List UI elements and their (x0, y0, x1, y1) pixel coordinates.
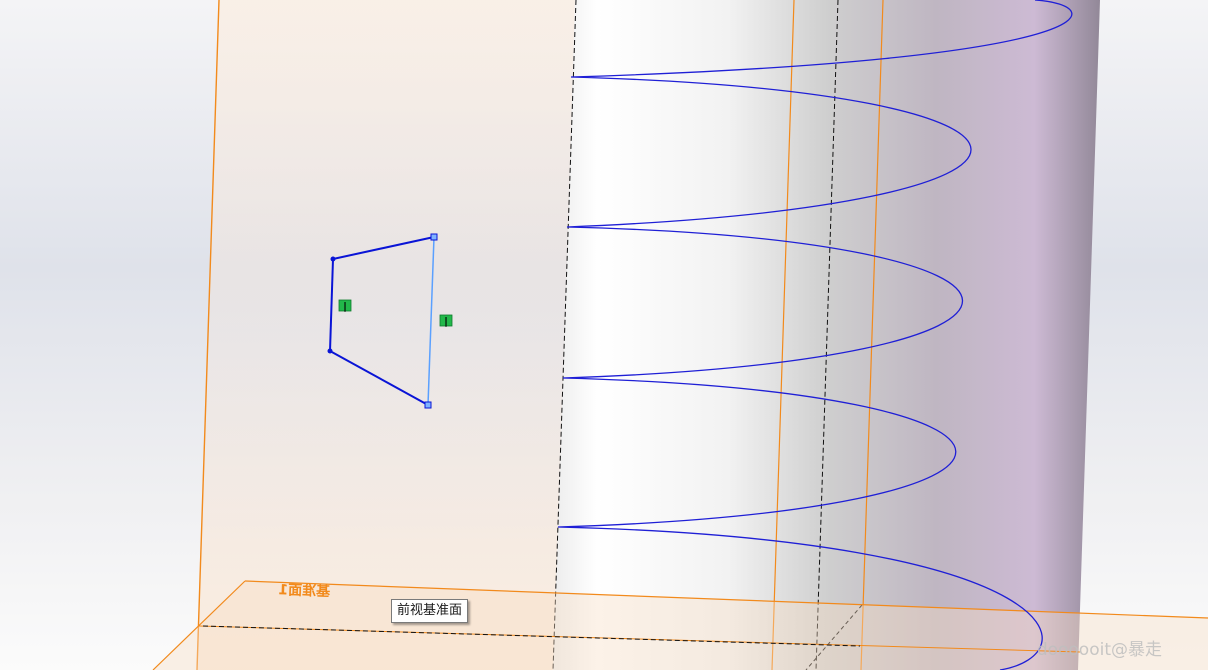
plane-1-label: 基准面1 (278, 581, 330, 600)
graphics-viewport[interactable]: 基准面1 | | 前视基准面 doooooit@暴走 (0, 0, 1208, 670)
relation-symbol: | (443, 317, 449, 328)
3d-scene[interactable]: 基准面1 | | (0, 0, 1208, 670)
plane-name-tooltip: 前视基准面 (391, 599, 469, 623)
sketch-point[interactable] (330, 256, 336, 262)
watermark: doooooit@暴走 (1036, 640, 1162, 660)
front-plane[interactable] (197, 0, 575, 670)
relation-badge-left[interactable]: | (338, 299, 352, 313)
relation-symbol: | (342, 302, 348, 313)
sketch-point[interactable] (327, 348, 333, 354)
sketch-endpoint-handle[interactable] (430, 233, 438, 241)
sketch-endpoint-handle[interactable] (424, 401, 432, 409)
cylinder-body[interactable] (553, 0, 1100, 670)
relation-badge-right[interactable]: | (439, 314, 453, 328)
